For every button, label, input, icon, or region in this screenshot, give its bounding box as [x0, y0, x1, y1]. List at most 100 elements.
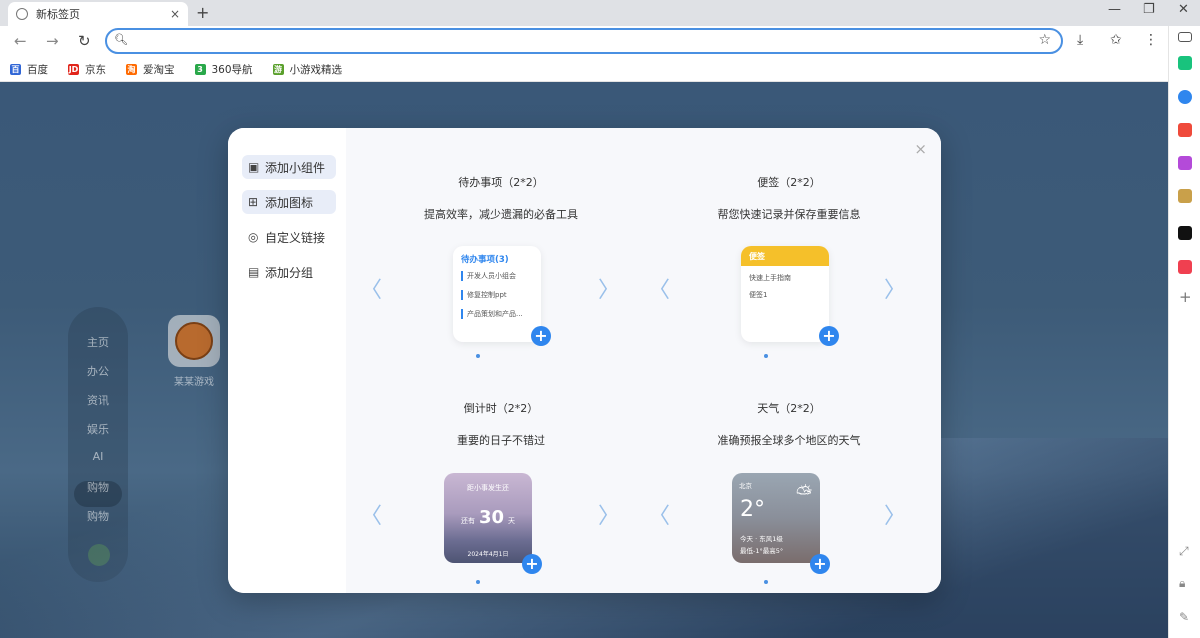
dialog-side-item-label: 自定义链接: [265, 230, 326, 245]
address-input[interactable]: [131, 32, 1011, 50]
bookmark-favicon-icon: 百: [10, 63, 21, 75]
window-close-icon[interactable]: ✕: [1178, 2, 1189, 17]
widget-card-todo: 待办事项（2*2） 提高效率，减少遗漏的必备工具 〈 〉 待办事项(3) 开发人…: [346, 128, 636, 358]
category-nav-item[interactable]: 购物: [68, 508, 128, 524]
add-note-widget-button[interactable]: +: [819, 326, 839, 346]
category-nav-active: [74, 481, 122, 507]
search-icon: 🔍︎: [114, 33, 128, 46]
countdown-date: 2024年4月1日: [467, 551, 509, 558]
panel-toggle-icon[interactable]: [1178, 32, 1192, 42]
widget-card-weather: 天气（2*2） 准确预报全球多个地区的天气 〈 〉 北京 2° ⛅︎ 今天 · …: [642, 354, 932, 584]
prev-arrow-icon[interactable]: 〈: [648, 272, 670, 304]
bookmark-label: 京东: [85, 63, 106, 76]
bookmark-star-icon[interactable]: ☆: [1038, 32, 1051, 48]
reload-icon[interactable]: ↻: [78, 32, 91, 50]
next-arrow-icon[interactable]: 〉: [598, 498, 620, 530]
game-app-icon[interactable]: [1178, 189, 1192, 203]
restore-icon[interactable]: ❐: [1143, 2, 1155, 17]
todo-widget-title: 待办事项(3): [461, 255, 509, 265]
bookmark-item[interactable]: 游小游戏精选: [272, 62, 342, 77]
bookmark-label: 爱淘宝: [143, 63, 175, 76]
new-tab-button[interactable]: +: [196, 3, 209, 22]
back-icon[interactable]: ←: [14, 32, 27, 50]
weather-detail: 今天 · 东风1级: [740, 535, 783, 543]
lock-icon[interactable]: 🔒︎: [1179, 576, 1185, 591]
countdown-widget-preview: 距小事发生还 还有 30 天 2024年4月1日: [444, 473, 532, 563]
bookmark-item[interactable]: 3 360导航: [194, 62, 253, 77]
countdown-widget-event: 距小事发生还: [467, 484, 509, 492]
dialog-side-item-icon: ⊞: [248, 195, 259, 209]
category-nav-item[interactable]: 主页: [68, 334, 128, 350]
download-icon[interactable]: ⤓: [1077, 32, 1083, 48]
dialog-side-item[interactable]: ⊞ 添加图标: [242, 190, 336, 214]
app-tile[interactable]: [168, 315, 220, 367]
category-nav-avatar[interactable]: [88, 544, 110, 566]
bookmark-favicon-icon: 游: [272, 63, 284, 75]
dialog-side-item-icon: ◎: [248, 230, 259, 244]
carousel-dot[interactable]: [476, 580, 480, 584]
bookmark-label: 360导航: [211, 63, 253, 76]
category-nav-item[interactable]: 办公: [68, 363, 128, 379]
bookmark-item[interactable]: 百百度: [10, 62, 48, 77]
eye-app-icon[interactable]: [1178, 90, 1192, 104]
next-arrow-icon[interactable]: 〉: [598, 272, 620, 304]
weather-widget-preview: 北京 2° ⛅︎ 今天 · 东风1级 最低-1°最高5°: [732, 473, 820, 563]
prev-arrow-icon[interactable]: 〈: [648, 498, 670, 530]
prev-arrow-icon[interactable]: 〈: [360, 272, 382, 304]
pdf-app-icon[interactable]: [1178, 123, 1192, 137]
bookmark-item[interactable]: JD 京东: [68, 62, 106, 77]
dialog-sidebar: ▣ 添加小组件 ⊞ 添加图标 ◎ 自定义链接 ▤ 添加分组: [228, 128, 346, 593]
countdown-number: 30: [478, 507, 505, 528]
widget-card-desc: 准确预报全球多个地区的天气: [717, 434, 861, 447]
minimize-icon[interactable]: —: [1108, 2, 1121, 17]
next-arrow-icon[interactable]: 〉: [884, 272, 906, 304]
widget-card-title: 天气（2*2）: [757, 402, 821, 415]
add-todo-widget-button[interactable]: +: [531, 326, 551, 346]
weather-city: 北京: [739, 482, 752, 490]
category-nav-item[interactable]: AI: [68, 450, 128, 463]
tab-strip: 新标签页 × + — ❐ ✕: [0, 0, 1200, 26]
note-widget-preview: 便签 快速上手指南 便签1: [741, 246, 829, 342]
bookmark-favicon-icon: 3: [194, 63, 206, 75]
carousel-dot[interactable]: [764, 580, 768, 584]
note-line: 快速上手指南: [749, 274, 791, 282]
todo-item: 修复控制ppt: [461, 290, 533, 300]
edit-icon[interactable]: ✎: [1179, 610, 1189, 624]
widget-card-desc: 重要的日子不错过: [457, 434, 545, 447]
bookmark-favicon-icon: 淘: [126, 63, 137, 75]
dialog-side-item-icon: ▣: [248, 160, 260, 174]
add-app-icon[interactable]: +: [1179, 288, 1192, 306]
add-weather-widget-button[interactable]: +: [810, 554, 830, 574]
tiktok-icon[interactable]: [1178, 226, 1192, 240]
video-app-icon[interactable]: [1178, 260, 1192, 274]
tab-title: 新标签页: [36, 8, 80, 21]
address-bar[interactable]: 🔍︎ ☆: [105, 28, 1063, 54]
dialog-side-item[interactable]: ▣ 添加小组件: [242, 155, 336, 179]
tab-close-icon[interactable]: ×: [170, 7, 180, 21]
category-nav-item[interactable]: 购物: [68, 479, 128, 495]
bookmark-item[interactable]: 淘爱淘宝: [126, 62, 175, 77]
dialog-side-item[interactable]: ◎ 自定义链接: [242, 225, 336, 249]
note-widget-title: 便签: [741, 246, 829, 266]
dialog-close-icon[interactable]: ×: [914, 140, 927, 158]
widget-card-title: 倒计时（2*2）: [463, 402, 539, 415]
widget-card-title: 待办事项（2*2）: [458, 176, 544, 189]
tab-new-tab-page[interactable]: 新标签页 ×: [8, 2, 188, 26]
dialog-side-item[interactable]: ▤ 添加分组: [242, 260, 336, 284]
add-widget-dialog: ▣ 添加小组件 ⊞ 添加图标 ◎ 自定义链接 ▤ 添加分组 待办事项（2*2） 提高效率，减少…: [228, 128, 941, 593]
category-nav: 主页 办公 资讯 娱乐 AI 购物 购物: [68, 307, 128, 582]
menu-icon[interactable]: ⋮: [1144, 32, 1158, 48]
add-countdown-widget-button[interactable]: +: [522, 554, 542, 574]
extension-icon[interactable]: [1178, 56, 1192, 70]
widget-gallery: 待办事项（2*2） 提高效率，减少遗漏的必备工具 〈 〉 待办事项(3) 开发人…: [346, 128, 941, 593]
prev-arrow-icon[interactable]: 〈: [360, 498, 382, 530]
purple-app-icon[interactable]: [1178, 156, 1192, 170]
weather-range: 最低-1°最高5°: [740, 547, 784, 555]
expand-icon[interactable]: ⤢: [1179, 544, 1189, 559]
forward-icon[interactable]: →: [46, 32, 59, 50]
partly-cloudy-icon: ⛅︎: [796, 481, 812, 505]
next-arrow-icon[interactable]: 〉: [884, 498, 906, 530]
category-nav-item[interactable]: 资讯: [68, 392, 128, 408]
favorites-icon[interactable]: ✩: [1110, 32, 1122, 48]
category-nav-item[interactable]: 娱乐: [68, 421, 128, 437]
